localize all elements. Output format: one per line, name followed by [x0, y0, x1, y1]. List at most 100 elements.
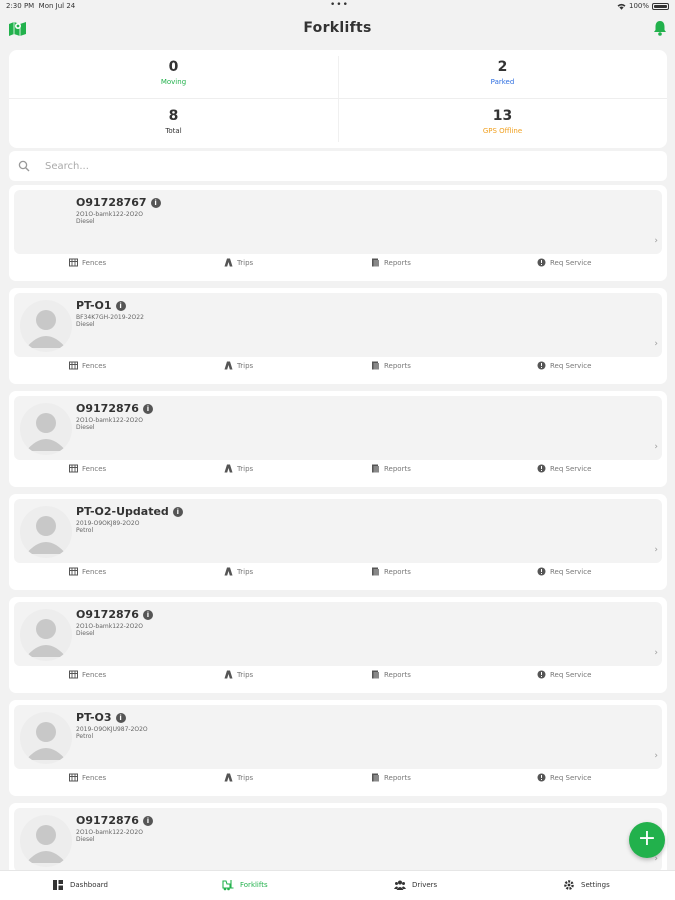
info-icon[interactable]: i: [150, 197, 161, 208]
fences-button[interactable]: Fences: [69, 567, 106, 576]
forklift-name: PT-O2-Updated i: [76, 505, 183, 518]
bell-icon[interactable]: [653, 20, 667, 36]
forklift-list[interactable]: O91728767 i 2O1O-bamk122-2O2O Diesel › Fences…: [9, 185, 667, 870]
forklift-card[interactable]: O9172876i2O1O-bamk122-2O2ODiesel› Fences T…: [9, 391, 667, 487]
reports-button[interactable]: Reports: [371, 567, 411, 576]
reports-label: Reports: [384, 464, 411, 473]
stat-gps-offline[interactable]: 13 GPS Offline: [338, 99, 667, 148]
trips-label: Trips: [237, 567, 254, 576]
forklift-card-body[interactable]: PT-O2-Updated i 2019-O9OKJ89-2O2O Petrol ›: [14, 499, 662, 563]
chevron-right-icon: ›: [654, 236, 658, 246]
fences-label: Fences: [82, 464, 107, 473]
stat-moving-label: Moving: [160, 78, 187, 86]
fences-button[interactable]: Fences: [69, 258, 106, 267]
settings-icon: [563, 879, 575, 891]
reports-label: Reports: [384, 258, 411, 267]
forklift-avatar: [20, 403, 72, 455]
forklift-avatar: [20, 815, 72, 867]
reports-icon: [371, 464, 380, 473]
trips-button[interactable]: Trips: [224, 361, 253, 370]
forklift-actions: Fences Trips Reports Req Service: [9, 567, 667, 585]
fences-button[interactable]: Fences: [69, 670, 106, 679]
info-icon[interactable]: i: [172, 506, 183, 517]
tab-label: Settings: [581, 881, 610, 889]
search-input[interactable]: [45, 158, 645, 174]
forklift-fuel-type: Diesel: [76, 218, 95, 225]
reports-icon: [371, 670, 380, 679]
stat-moving-value: 0: [168, 59, 179, 75]
trips-icon: [224, 258, 233, 267]
status-right: 100%: [617, 2, 669, 10]
fences-button[interactable]: Fences: [69, 464, 106, 473]
reports-button[interactable]: Reports: [371, 258, 411, 267]
forklift-card-body[interactable]: O9172876 i 2O1O-bamk122-2O2O Diesel ›: [14, 808, 662, 870]
multitask-dots[interactable]: •••: [330, 0, 349, 10]
stats-panel: 0 Moving 2 Parked 8 Total 13 GPS Offline: [9, 50, 667, 148]
tab-settings[interactable]: Settings: [563, 879, 610, 891]
trips-label: Trips: [237, 361, 254, 370]
req-service-button[interactable]: Req Service: [537, 464, 591, 473]
stat-total[interactable]: 8 Total: [9, 99, 338, 148]
reports-button[interactable]: Reports: [371, 464, 411, 473]
wifi-icon: [617, 3, 626, 10]
trips-button[interactable]: Trips: [224, 773, 253, 782]
reports-label: Reports: [384, 773, 411, 782]
tab-forklifts[interactable]: Forklifts: [222, 879, 268, 891]
page-title: Forklifts: [303, 20, 372, 36]
stat-moving[interactable]: 0 Moving: [9, 50, 338, 99]
forklift-card[interactable]: PT-O2-Updated i 2019-O9OKJ89-2O2O Petrol › Fe…: [9, 494, 667, 590]
fences-icon: [69, 361, 78, 370]
search-bar: [9, 151, 667, 181]
tab-bar: Dashboard Forklifts Drivers Settings: [0, 870, 675, 900]
tab-dashboard[interactable]: Dashboard: [52, 879, 108, 891]
reports-button[interactable]: Reports: [371, 773, 411, 782]
req-service-label: Req Service: [550, 670, 592, 679]
req-service-button[interactable]: Req Service: [537, 361, 591, 370]
forklift-fuel-type: Diesel: [76, 630, 95, 637]
trips-button[interactable]: Trips: [224, 464, 253, 473]
forklift-card[interactable]: PT-O1 i BF34K7GH-2019-2O22 Diesel › Fences Tri…: [9, 288, 667, 384]
forklift-card[interactable]: O9172876i2O1O-bamk122-2O2ODiesel› Fences T…: [9, 597, 667, 693]
forklift-card-body[interactable]: O91728767 i 2O1O-bamk122-2O2O Diesel ›: [14, 190, 662, 254]
forklift-identifier: 2019-O9OKJ89-2O2O: [76, 520, 140, 527]
forklift-card-body[interactable]: O9172876 i 2O1O-bamk122-2O2O Diesel ›: [14, 602, 662, 666]
forklift-card[interactable]: PT-O3 i 2019-O9OKJU987-2O2O Petrol › Fences Tr…: [9, 700, 667, 796]
tab-drivers[interactable]: Drivers: [394, 879, 437, 891]
forklift-name: O9172876 i: [76, 608, 153, 621]
info-icon[interactable]: i: [142, 403, 153, 414]
reports-button[interactable]: Reports: [371, 670, 411, 679]
fences-button[interactable]: Fences: [69, 361, 106, 370]
reports-button[interactable]: Reports: [371, 361, 411, 370]
forklift-fuel-type: Petrol: [76, 733, 94, 740]
trips-label: Trips: [237, 464, 254, 473]
forklift-card[interactable]: O9172876i2O1O-bamk122-2O2ODiesel›FencesT…: [9, 803, 667, 870]
chevron-right-icon: ›: [654, 751, 658, 761]
fences-button[interactable]: Fences: [69, 773, 106, 782]
info-icon[interactable]: i: [115, 712, 126, 723]
req-service-button[interactable]: Req Service: [537, 258, 591, 267]
forklift-card-body[interactable]: PT-O3 i 2019-O9OKJU987-2O2O Petrol ›: [14, 705, 662, 769]
forklift-card-body[interactable]: PT-O1 i BF34K7GH-2019-2O22 Diesel ›: [14, 293, 662, 357]
trips-button[interactable]: Trips: [224, 670, 253, 679]
forklift-card[interactable]: O91728767 i 2O1O-bamk122-2O2O Diesel › Fences…: [9, 185, 667, 281]
forklift-actions: Fences Trips Reports Req Service: [9, 361, 667, 379]
info-icon[interactable]: i: [115, 300, 126, 311]
fences-label: Fences: [82, 670, 107, 679]
req-service-button[interactable]: Req Service: [537, 773, 591, 782]
trips-icon: [224, 773, 233, 782]
info-icon[interactable]: i: [142, 609, 153, 620]
fences-icon: [69, 773, 78, 782]
trips-button[interactable]: Trips: [224, 567, 253, 576]
req-service-button[interactable]: Req Service: [537, 567, 591, 576]
stat-total-label: Total: [165, 127, 182, 135]
stat-parked[interactable]: 2 Parked: [338, 50, 667, 99]
forklift-identifier: 2O1O-bamk122-2O2O: [76, 211, 143, 218]
stat-parked-label: Parked: [490, 78, 515, 86]
trips-icon: [224, 464, 233, 473]
info-icon[interactable]: i: [142, 815, 153, 826]
add-forklift-button[interactable]: +: [629, 822, 665, 858]
trips-button[interactable]: Trips: [224, 258, 253, 267]
forklift-name: PT-O3 i: [76, 711, 126, 724]
req-service-button[interactable]: Req Service: [537, 670, 591, 679]
forklift-card-body[interactable]: O9172876 i 2O1O-bamk122-2O2O Diesel ›: [14, 396, 662, 460]
